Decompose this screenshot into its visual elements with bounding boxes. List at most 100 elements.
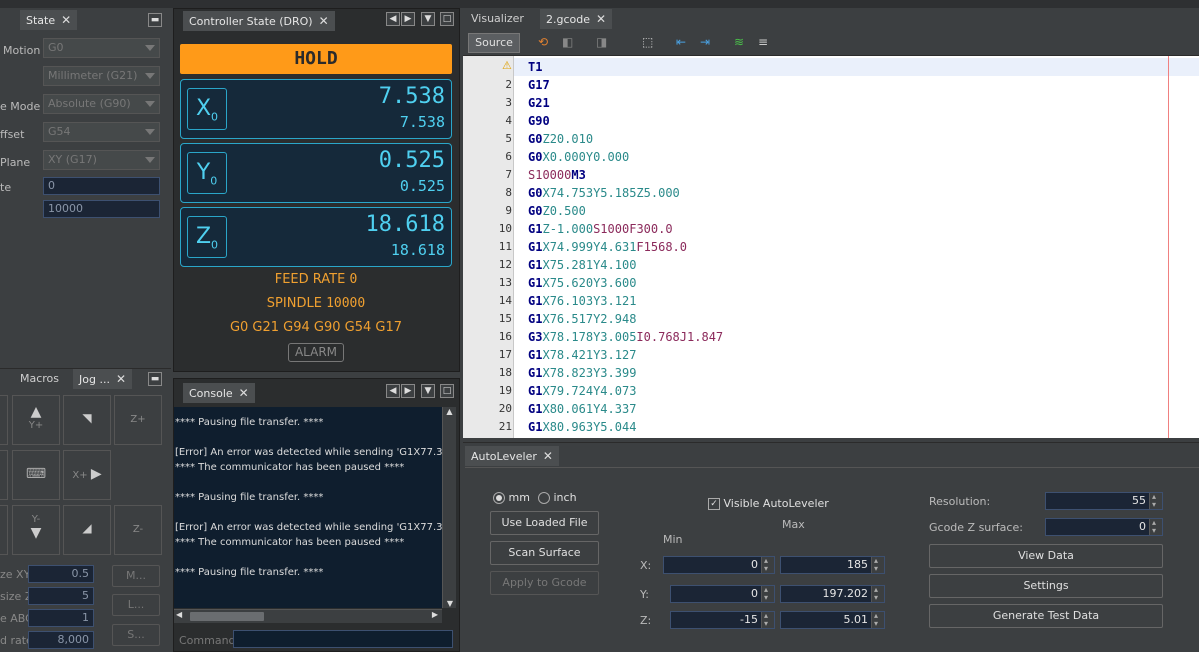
larger-step-button[interactable]: L...	[112, 594, 160, 616]
code-line: G1X80.061Y4.337	[528, 402, 637, 416]
previous-icon[interactable]: ◀	[386, 12, 400, 26]
next-icon[interactable]: ▶	[401, 384, 415, 398]
jog-xy-diagonal-button-2[interactable]: ◢	[63, 505, 111, 555]
close-icon[interactable]: ✕	[543, 449, 553, 463]
jog-xy-diagonal-button[interactable]: ◥	[63, 395, 111, 445]
step-xy-field[interactable]: 0.5	[28, 565, 94, 583]
dropdown-icon[interactable]: ▼	[421, 12, 435, 26]
spinner-arrows-icon[interactable]	[761, 608, 774, 632]
jog-feed-rate-field[interactable]: 8,000	[28, 631, 94, 649]
unit-inch-radio[interactable]: inch	[538, 491, 577, 504]
x-min-spinner[interactable]: 0	[663, 553, 775, 577]
jog-z-minus-button[interactable]: Z-	[114, 505, 162, 555]
spinner-arrows-icon[interactable]	[871, 553, 884, 577]
offset-dropdown[interactable]: G54	[43, 122, 160, 142]
unit-mm-button[interactable]: M...	[112, 565, 160, 587]
motion-dropdown[interactable]: G0	[43, 38, 160, 58]
scroll-left-icon[interactable]: ◀	[176, 610, 182, 619]
source-button[interactable]: Source	[468, 33, 520, 53]
alarm-button[interactable]: ALARM	[288, 343, 344, 362]
console-vertical-scrollbar[interactable]: ▲ ▼	[442, 407, 456, 608]
scroll-right-icon[interactable]: ▶	[432, 610, 438, 619]
y-min-spinner[interactable]: 0	[670, 582, 775, 606]
jog-z-plus-button[interactable]: Z+	[114, 395, 162, 445]
maximize-icon[interactable]: □	[440, 12, 454, 26]
spinner-arrows-icon[interactable]	[871, 582, 884, 606]
scan-surface-button[interactable]: Scan Surface	[490, 541, 599, 565]
resolution-spinner[interactable]: 55	[1045, 489, 1163, 513]
console-output[interactable]: **** Pausing file transfer. **** [Error]…	[174, 407, 442, 608]
close-icon[interactable]: ✕	[116, 372, 126, 386]
scroll-thumb[interactable]	[190, 612, 264, 621]
unit-mm-radio[interactable]: mm	[493, 491, 530, 504]
jog-y-plus-button[interactable]: ▲ Y+	[12, 395, 60, 445]
jog-x-minus-button[interactable]	[0, 450, 8, 500]
command-input[interactable]	[233, 630, 453, 648]
step-abc-field[interactable]: 1	[28, 609, 94, 627]
generate-test-data-button[interactable]: Generate Test Data	[929, 604, 1163, 628]
tab-gcode-file[interactable]: 2.gcode ✕	[540, 9, 613, 29]
scroll-up-icon[interactable]: ▲	[443, 407, 456, 416]
spinner-arrows-icon[interactable]	[1149, 515, 1162, 539]
spindle-speed-field[interactable]: 10000	[43, 200, 160, 218]
reset-z-zero-button[interactable]: Z0	[187, 216, 227, 258]
spinner-arrows-icon[interactable]	[761, 582, 774, 606]
back-icon[interactable]: ◧	[562, 35, 576, 49]
view-data-button[interactable]: View Data	[929, 544, 1163, 568]
distance-mode-dropdown[interactable]: Absolute (G90)	[43, 94, 160, 114]
jog-x-plus-button[interactable]: X+ ▶	[63, 450, 111, 500]
forward-icon[interactable]: ◨	[596, 35, 610, 49]
units-dropdown[interactable]: Millimeter (G21)	[43, 66, 160, 86]
next-icon[interactable]: ▶	[401, 12, 415, 26]
maximize-icon[interactable]: □	[440, 384, 454, 398]
close-icon[interactable]: ✕	[239, 386, 249, 400]
close-icon[interactable]: ✕	[596, 12, 606, 26]
spinner-arrows-icon[interactable]	[1149, 489, 1162, 513]
spinner-arrows-icon[interactable]	[761, 553, 774, 577]
tab-dro[interactable]: Controller State (DRO) ✕	[183, 11, 335, 31]
shift-right-icon[interactable]: ⇥	[700, 35, 714, 49]
smaller-step-button[interactable]: S...	[112, 624, 160, 646]
settings-button[interactable]: Settings	[929, 574, 1163, 598]
z-max-spinner[interactable]: 5.01	[780, 608, 885, 632]
jog-y-minus-button[interactable]: Y- ▼	[12, 505, 60, 555]
close-icon[interactable]: ✕	[319, 14, 329, 28]
dropdown-value: Absolute (G90)	[48, 97, 131, 110]
format-icon[interactable]: ≡	[758, 35, 772, 49]
selection-icon[interactable]: ⬚	[642, 35, 656, 49]
dropdown-icon[interactable]: ▼	[421, 384, 435, 398]
tab-console[interactable]: Console ✕	[183, 383, 255, 403]
y-max-spinner[interactable]: 197.202	[780, 582, 885, 606]
z-machine-position: 18.618	[390, 241, 445, 259]
minimize-icon[interactable]: ▬	[148, 13, 162, 27]
apply-to-gcode-button[interactable]: Apply to Gcode	[490, 571, 599, 595]
plane-dropdown[interactable]: XY (G17)	[43, 150, 160, 170]
x-max-spinner[interactable]: 185	[780, 553, 885, 577]
close-icon[interactable]: ✕	[61, 13, 71, 27]
tab-state[interactable]: State ✕	[20, 10, 78, 30]
scroll-down-icon[interactable]: ▼	[443, 599, 457, 608]
step-z-field[interactable]: 5	[28, 587, 94, 605]
use-loaded-file-button[interactable]: Use Loaded File	[490, 511, 599, 535]
toggle-comment-icon[interactable]: ≋	[734, 35, 748, 49]
tab-visualizer[interactable]: Visualizer	[465, 9, 530, 29]
min-label: Min	[663, 533, 683, 546]
feed-rate-field[interactable]: 0	[43, 177, 160, 195]
gcode-z-surface-spinner[interactable]: 0	[1045, 515, 1163, 539]
console-line: **** Pausing file transfer. ****	[175, 417, 324, 428]
last-edit-icon[interactable]: ⟲	[538, 35, 552, 49]
spinner-arrows-icon[interactable]	[871, 608, 884, 632]
tab-macros[interactable]: Macros	[14, 369, 65, 389]
reset-x-zero-button[interactable]: X0	[187, 88, 227, 130]
minimize-icon[interactable]: ▬	[148, 372, 162, 386]
console-horizontal-scrollbar[interactable]: ◀ ▶	[174, 609, 442, 623]
previous-icon[interactable]: ◀	[386, 384, 400, 398]
tab-autoleveler[interactable]: AutoLeveler ✕	[465, 446, 559, 466]
z-min-spinner[interactable]: -15	[670, 608, 775, 632]
tab-jog[interactable]: Jog ... ✕	[73, 369, 133, 389]
jog-keyboard-button[interactable]: ⌨	[12, 450, 60, 500]
visible-autoleveler-checkbox[interactable]: ✓ Visible AutoLeveler	[708, 497, 829, 510]
tab-label: State	[26, 14, 56, 27]
shift-left-icon[interactable]: ⇤	[676, 35, 690, 49]
reset-y-zero-button[interactable]: Y0	[187, 152, 227, 194]
